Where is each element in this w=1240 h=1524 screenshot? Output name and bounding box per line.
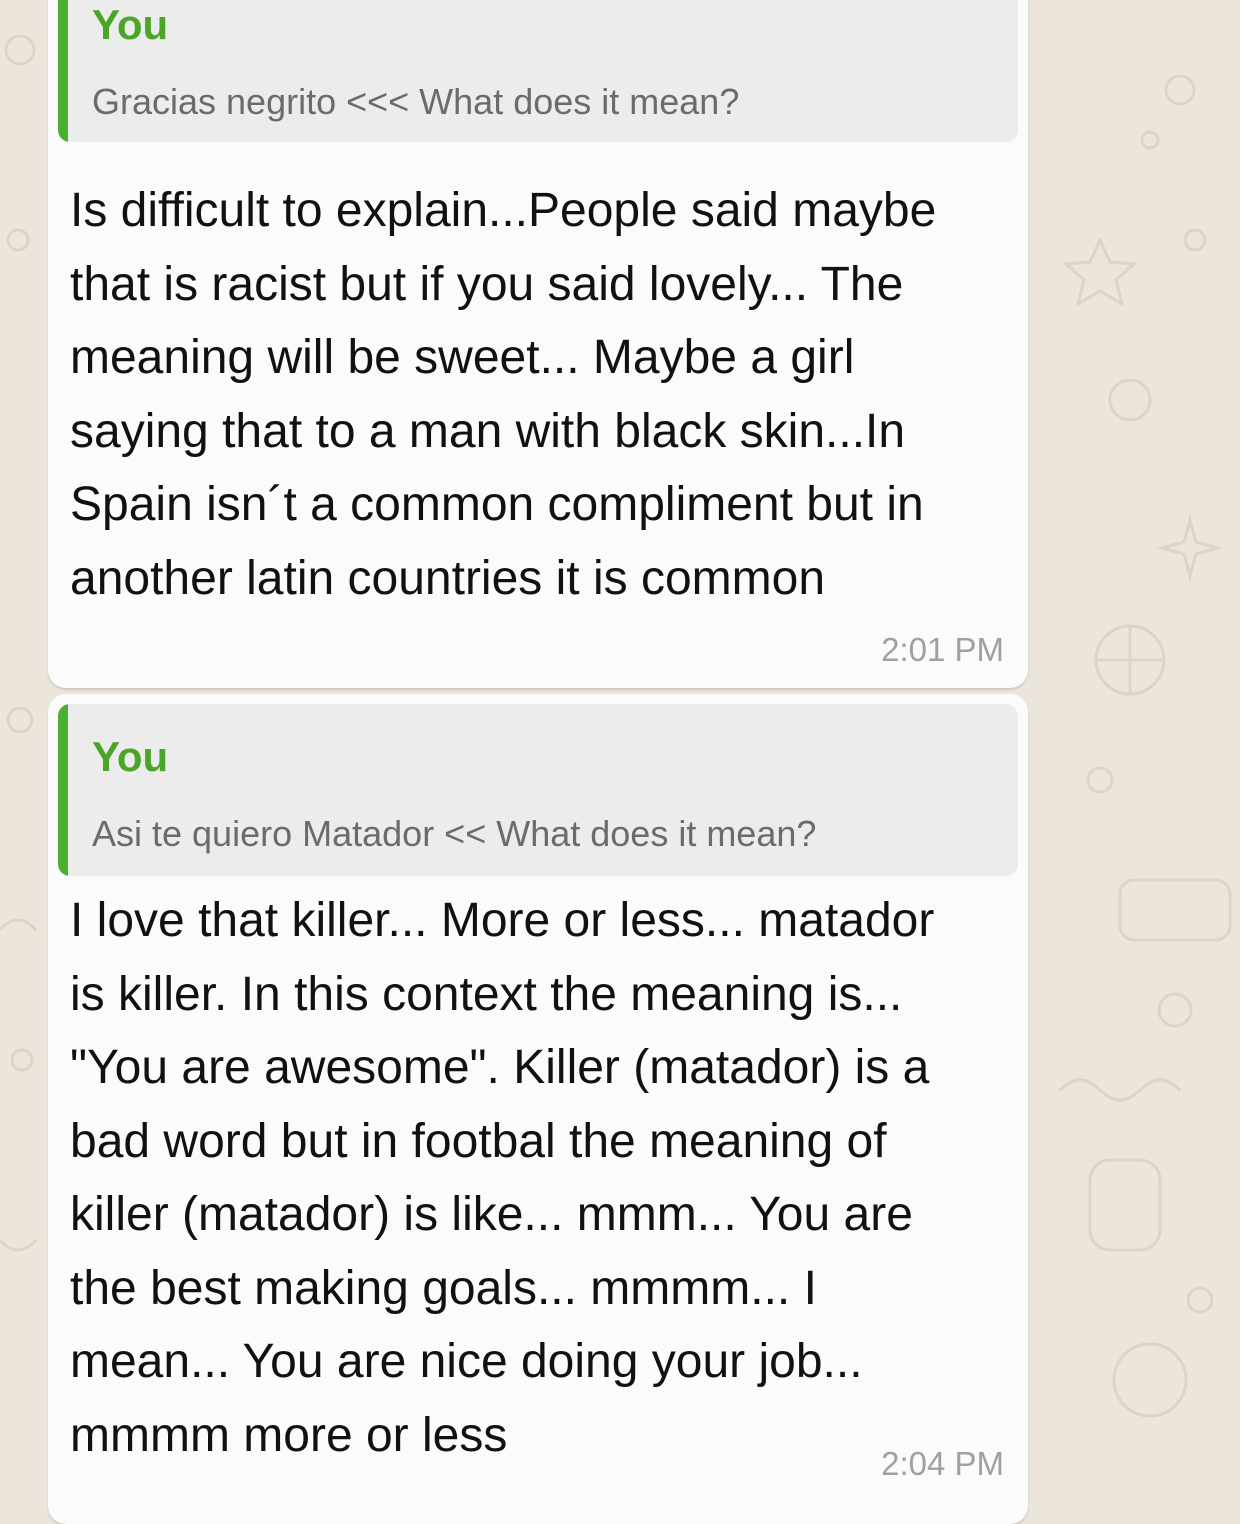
message-bubble[interactable]: You Gracias negrito <<< What does it mea… — [48, 0, 1028, 688]
message-timestamp: 2:01 PM — [881, 631, 1004, 668]
doodle-circle — [10, 1048, 34, 1072]
quoted-reply[interactable]: You Gracias negrito <<< What does it mea… — [58, 0, 1018, 142]
doodle-rect — [1118, 878, 1232, 942]
doodle-star-icon — [1062, 236, 1138, 308]
quoted-reply[interactable]: You Asi te quiero Matador << What does i… — [58, 704, 1018, 876]
doodle-squiggle — [1058, 1078, 1182, 1102]
message-text: I love that killer... More or less... ma… — [70, 894, 935, 1462]
doodle-squiggle — [0, 1238, 38, 1252]
doodle-circle — [1086, 766, 1114, 794]
message-timestamp: 2:04 PM — [881, 1445, 1004, 1482]
doodle-circle — [1108, 378, 1152, 422]
doodle-circle — [1157, 992, 1193, 1028]
doodle-circle — [4, 34, 36, 66]
quote-author: You — [92, 1, 169, 48]
doodle-circle — [6, 228, 30, 252]
doodle-circle — [1186, 1286, 1214, 1314]
doodle-rect — [1088, 1158, 1162, 1252]
quote-accent-bar — [58, 0, 68, 142]
quote-text: Asi te quiero Matador << What does it me… — [92, 813, 817, 854]
quote-accent-bar — [58, 704, 68, 876]
message-bubble[interactable]: You Asi te quiero Matador << What does i… — [48, 694, 1028, 1524]
quote-text: Gracias negrito <<< What does it mean? — [92, 81, 740, 122]
message-text: Is difficult to explain...People said ma… — [70, 184, 937, 605]
doodle-circle — [6, 706, 34, 734]
quote-author: You — [92, 733, 169, 780]
doodle-circle — [1140, 130, 1160, 150]
doodle-circle — [1112, 1342, 1188, 1418]
doodle-sparkle-icon — [1156, 514, 1224, 582]
doodle-squiggle — [0, 918, 38, 932]
doodle-circle — [1183, 228, 1207, 252]
doodle-circle — [1164, 74, 1196, 106]
